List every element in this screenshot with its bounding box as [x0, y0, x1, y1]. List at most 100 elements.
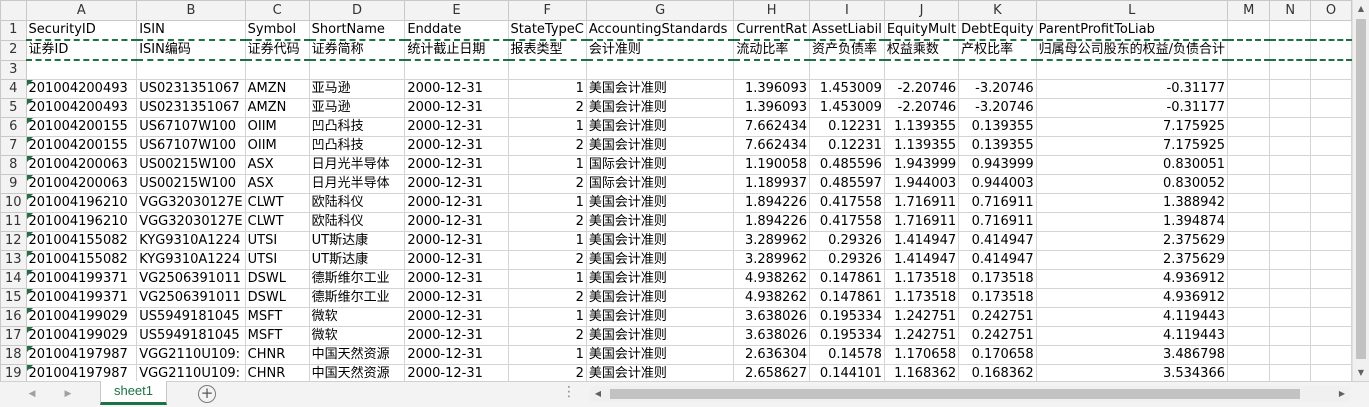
cell[interactable]: 201004155082 [25, 249, 138, 270]
cell[interactable] [1226, 135, 1271, 156]
cell[interactable]: 2.375629 [1035, 230, 1228, 251]
cell[interactable]: OIIM [244, 116, 310, 137]
cell[interactable]: 7.175925 [1035, 116, 1228, 137]
cell[interactable]: 产权比率 [958, 39, 1037, 61]
cell[interactable]: 0.14578 [809, 344, 885, 365]
cell[interactable]: 0.943999 [958, 154, 1037, 175]
cell[interactable]: 2000-12-31 [404, 97, 509, 118]
cell[interactable]: CurrentRat [733, 20, 810, 41]
cell[interactable]: 2 [507, 211, 587, 232]
cell[interactable] [1310, 78, 1352, 99]
cell[interactable]: 0.485597 [809, 173, 885, 194]
cell[interactable]: Enddate [404, 20, 509, 41]
cell[interactable]: 0.173518 [958, 287, 1037, 308]
cell[interactable]: ASX [244, 154, 310, 175]
cell[interactable]: 2.636304 [733, 344, 810, 365]
cell[interactable] [1226, 325, 1271, 346]
cell[interactable]: KYG9310A1224 [136, 230, 246, 251]
cell[interactable]: 2 [507, 97, 587, 118]
cell[interactable] [1269, 306, 1312, 327]
cell[interactable] [1269, 249, 1312, 270]
cell[interactable] [1310, 306, 1352, 327]
cell[interactable]: 国际会计准则 [585, 173, 735, 194]
cell[interactable]: 4.938262 [733, 268, 810, 289]
scroll-up-arrow-icon[interactable]: ▲ [1353, 0, 1369, 17]
cell[interactable]: 1.173518 [883, 287, 960, 308]
cell[interactable]: 1.242751 [883, 325, 960, 346]
cell[interactable]: 3.289962 [733, 249, 810, 270]
cell[interactable]: 美国会计准则 [585, 211, 735, 232]
cell[interactable]: 0.830051 [1035, 154, 1228, 175]
cell[interactable] [1226, 268, 1271, 289]
cell[interactable] [1310, 211, 1352, 232]
cell[interactable]: 权益乘数 [883, 39, 960, 61]
cell[interactable]: CHNR [244, 344, 310, 365]
cell[interactable]: ISIN编码 [136, 39, 246, 61]
cell[interactable]: ISIN [136, 20, 246, 41]
cell[interactable]: 美国会计准则 [585, 192, 735, 213]
cell[interactable]: 0.29326 [809, 249, 885, 270]
cell[interactable]: 0.414947 [958, 249, 1037, 270]
cell[interactable]: EquityMult [883, 20, 960, 41]
cell[interactable]: 4.938262 [733, 287, 810, 308]
cell[interactable] [1269, 344, 1312, 365]
cell[interactable]: US0231351067 [136, 78, 246, 99]
cell[interactable] [1226, 211, 1271, 232]
spreadsheet-grid[interactable]: ABCDEFGHIJKLMNO 1 SecurityID ISIN Symbol Sho… [0, 0, 1352, 381]
tab-split-handle-icon[interactable]: ⋮ [562, 384, 576, 400]
cell[interactable]: 3.289962 [733, 230, 810, 251]
row-header[interactable]: 1 [0, 20, 27, 41]
row-header[interactable]: 7 [0, 135, 27, 156]
cell[interactable]: 证券代码 [244, 39, 310, 61]
cell[interactable]: ASX [244, 173, 310, 194]
cell[interactable]: 美国会计准则 [585, 78, 735, 99]
cell[interactable] [1310, 97, 1352, 118]
cell[interactable]: 4.119443 [1035, 306, 1228, 327]
cell[interactable] [25, 59, 138, 80]
cell[interactable]: 1.394874 [1035, 211, 1228, 232]
cell[interactable]: 0.242751 [958, 325, 1037, 346]
vertical-scrollbar[interactable]: ▲ ▼ [1352, 0, 1369, 381]
cell[interactable]: 0.414947 [958, 230, 1037, 251]
cell[interactable]: 1.189937 [733, 173, 810, 194]
cell[interactable] [1310, 230, 1352, 251]
cell[interactable]: VGG2110U109: [136, 344, 246, 365]
cell[interactable]: 统计截止日期 [404, 39, 509, 61]
cell[interactable]: 0.944003 [958, 173, 1037, 194]
cell[interactable]: 1 [507, 116, 587, 137]
column-header-m[interactable]: M [1226, 0, 1271, 21]
cell[interactable] [1269, 211, 1312, 232]
cell[interactable]: 证券ID [25, 39, 138, 61]
cell[interactable] [1269, 20, 1312, 41]
cell[interactable]: 2000-12-31 [404, 268, 509, 289]
cell[interactable]: 1.170658 [883, 344, 960, 365]
cell[interactable]: 亚马逊 [308, 97, 406, 118]
cell[interactable] [1226, 344, 1271, 365]
cell[interactable]: 201004199371 [25, 287, 138, 308]
prev-sheet-arrow-icon[interactable]: ◀ [24, 386, 40, 402]
cell[interactable]: 4.936912 [1035, 287, 1228, 308]
column-header-n[interactable]: N [1269, 0, 1312, 21]
cell[interactable] [1269, 363, 1312, 381]
cell[interactable]: 1 [507, 154, 587, 175]
cell[interactable] [1310, 363, 1352, 381]
cell[interactable] [1310, 59, 1352, 80]
cell[interactable] [1269, 135, 1312, 156]
cell[interactable]: CLWT [244, 211, 310, 232]
row-header[interactable]: 16 [0, 306, 27, 327]
cell[interactable]: 流动比率 [733, 39, 810, 61]
scroll-left-arrow-icon[interactable]: ◀ [590, 386, 606, 402]
cell[interactable]: 201004197987 [25, 363, 138, 381]
cell[interactable]: ParentProfitToLiab [1035, 20, 1228, 41]
cell[interactable]: UTSI [244, 230, 310, 251]
cell[interactable]: 美国会计准则 [585, 306, 735, 327]
row-header[interactable]: 17 [0, 325, 27, 346]
cell[interactable] [136, 59, 246, 80]
cell[interactable]: VGG2110U109: [136, 363, 246, 381]
cell[interactable]: 日月光半导体 [308, 154, 406, 175]
cell[interactable]: US00215W100 [136, 173, 246, 194]
cell[interactable]: 201004200155 [25, 135, 138, 156]
cell[interactable]: 微软 [308, 325, 406, 346]
cell[interactable]: 2000-12-31 [404, 249, 509, 270]
cell[interactable] [1226, 287, 1271, 308]
